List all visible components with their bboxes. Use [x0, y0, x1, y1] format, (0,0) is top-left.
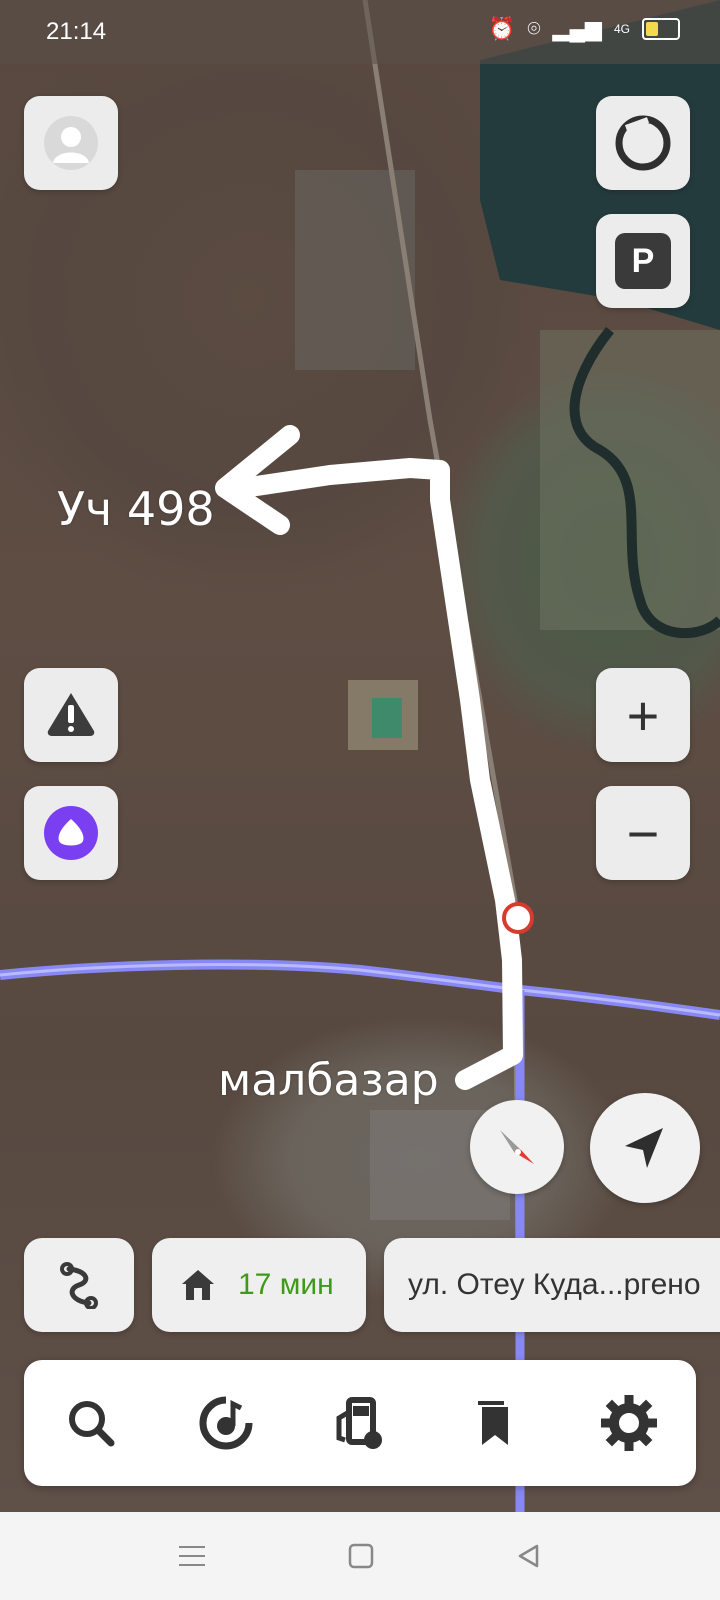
- alarm-icon: ⏰: [487, 16, 516, 41]
- compass-icon: [500, 1130, 534, 1164]
- alice-assistant-button[interactable]: [24, 786, 118, 880]
- zoom-out-button[interactable]: −: [596, 786, 690, 880]
- warning-icon: [47, 693, 95, 736]
- parking-button[interactable]: P: [596, 214, 690, 308]
- fuel-button[interactable]: [325, 1388, 395, 1458]
- home-eta-text: 17 мин: [238, 1268, 334, 1301]
- parking-icon: P: [615, 233, 671, 289]
- search-icon: [69, 1401, 115, 1447]
- network-4g-label: 4G: [613, 22, 630, 36]
- battery-icon: [642, 18, 680, 40]
- layers-button[interactable]: [596, 96, 690, 190]
- search-button[interactable]: [56, 1388, 126, 1458]
- bottom-toolbar: [24, 1360, 696, 1486]
- route-icon: [60, 1262, 98, 1309]
- avatar-icon: [44, 116, 98, 170]
- bookmarks-icon: [478, 1401, 509, 1445]
- music-icon: [199, 1396, 253, 1450]
- music-button[interactable]: [191, 1388, 261, 1458]
- signal-icon: ▂▄▆: [552, 16, 602, 41]
- system-nav-bar: [0, 1512, 720, 1600]
- highway: [0, 959, 720, 1020]
- destination-annotation: Уч 498: [57, 482, 215, 536]
- poi-marker[interactable]: [502, 902, 534, 934]
- zoom-in-button[interactable]: +: [596, 668, 690, 762]
- status-bar: 21:14 ⏰ ⌾ ▂▄▆ 4G: [0, 0, 720, 64]
- settings-button[interactable]: [594, 1388, 664, 1458]
- home-nav-icon[interactable]: [347, 1542, 375, 1570]
- my-location-button[interactable]: [590, 1093, 700, 1203]
- current-street-text: ул. Отеу Куда...ргено: [408, 1268, 701, 1301]
- gear-icon: [600, 1395, 657, 1451]
- location-icon: ⌾: [527, 16, 541, 41]
- status-icons: ⏰ ⌾ ▂▄▆ 4G: [488, 16, 680, 42]
- home-icon: [182, 1270, 214, 1300]
- route-overview-button[interactable]: [24, 1238, 134, 1332]
- profile-button[interactable]: [24, 96, 118, 190]
- start-annotation: малбазар: [218, 1055, 439, 1106]
- status-time: 21:14: [46, 18, 107, 45]
- alice-icon: [44, 806, 98, 860]
- navigation-arrow-icon: [625, 1128, 663, 1168]
- report-incident-button[interactable]: [24, 668, 118, 762]
- layers-icon: [615, 115, 671, 171]
- back-icon[interactable]: [515, 1542, 543, 1570]
- compass-button[interactable]: [470, 1100, 564, 1194]
- home-eta-button[interactable]: 17 мин: [152, 1238, 366, 1332]
- fuel-icon: [336, 1397, 382, 1449]
- bookmarks-button[interactable]: [459, 1388, 529, 1458]
- current-street-panel[interactable]: ул. Отеу Куда...ргено: [384, 1238, 720, 1332]
- quarry-pond: [372, 698, 402, 738]
- menu-icon[interactable]: [177, 1543, 207, 1569]
